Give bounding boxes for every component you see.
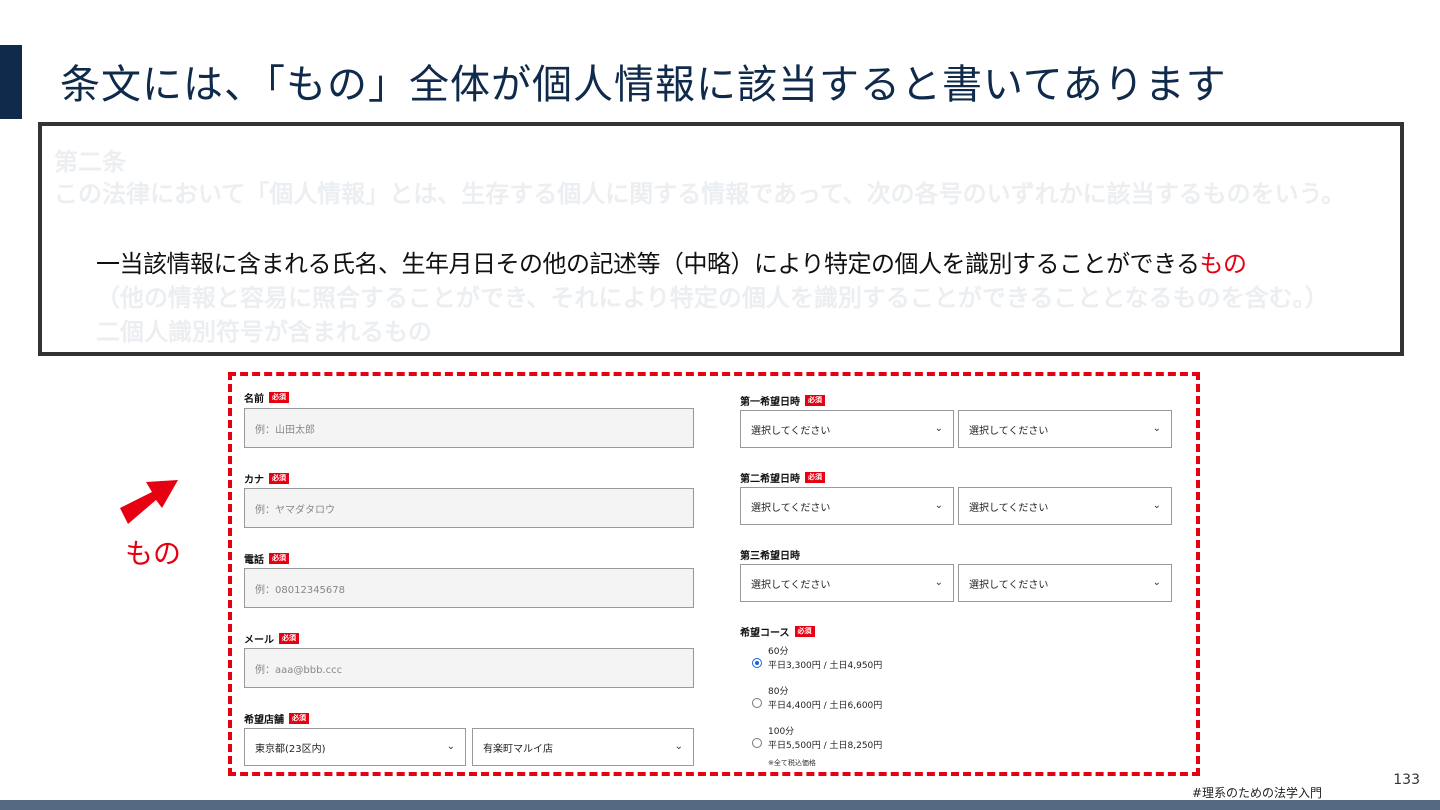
required-badge: 必須 xyxy=(279,633,299,644)
required-badge: 必須 xyxy=(269,392,289,403)
required-badge: 必須 xyxy=(269,473,289,484)
name-label-text: 名前 xyxy=(244,394,264,405)
kana-input[interactable]: 例：ヤマダタロウ xyxy=(244,488,694,528)
law-item-1-highlight: もの xyxy=(1199,250,1248,278)
course-60-price: 平日3,300円 / 土日4,950円 xyxy=(768,661,883,671)
date3-label: 第三希望日時 xyxy=(740,547,800,562)
date2-date-value: 選択してください xyxy=(751,502,831,514)
law-item-2: 二個人識別符号が含まれるもの xyxy=(96,318,432,346)
course-60-duration: 60分 xyxy=(768,647,789,657)
date1-time-value: 選択してください xyxy=(969,425,1049,437)
phone-label: 電話 必須 xyxy=(244,551,289,566)
law-item-1: 一当該情報に含まれる氏名、生年月日その他の記述等（中略）により特定の個人を識別す… xyxy=(96,244,1247,279)
date2-time-select[interactable]: 選択してください ⌄ xyxy=(958,487,1172,525)
chevron-down-icon: ⌄ xyxy=(934,577,943,588)
phone-input[interactable]: 例：08012345678 xyxy=(244,568,694,608)
course-80-radio[interactable] xyxy=(752,698,762,708)
chevron-down-icon: ⌄ xyxy=(446,741,455,752)
course-80-price: 平日4,400円 / 土日6,600円 xyxy=(768,701,883,711)
law-text-box: 第二条 この法律において「個人情報」とは、生存する個人に関する情報であって、次の… xyxy=(38,122,1404,356)
kana-label: カナ 必須 xyxy=(244,471,289,486)
email-label: メール 必須 xyxy=(244,631,299,646)
course-label: 希望コース 必須 xyxy=(740,624,815,639)
email-input[interactable]: 例：aaa@bbb.ccc xyxy=(244,648,694,688)
law-item-1-text: 一当該情報に含まれる氏名、生年月日その他の記述等（中略）により特定の個人を識別す… xyxy=(96,250,1200,278)
date3-time-value: 選択してください xyxy=(969,579,1049,591)
date3-date-value: 選択してください xyxy=(751,579,831,591)
course-60-radio[interactable] xyxy=(752,658,762,668)
prefecture-value: 東京都(23区内) xyxy=(255,743,326,755)
store-label-text: 希望店舗 xyxy=(244,715,284,726)
chevron-down-icon: ⌄ xyxy=(1152,577,1161,588)
shop-value: 有楽町マルイ店 xyxy=(483,743,553,755)
required-badge: 必須 xyxy=(289,713,309,724)
required-badge: 必須 xyxy=(794,626,815,637)
page-number: 133 xyxy=(1393,772,1420,788)
reservation-form-frame: 名前 必須 例：山田太郎 カナ 必須 例：ヤマダタロウ 電話 必須 例：0801234… xyxy=(228,372,1200,776)
store-label: 希望店舗 必須 xyxy=(244,711,309,726)
date2-label: 第二希望日時 必須 xyxy=(740,470,825,485)
date1-date-value: 選択してください xyxy=(751,425,831,437)
course-100-duration: 100分 xyxy=(768,727,795,737)
title-accent-bar xyxy=(0,45,22,119)
course-label-text: 希望コース xyxy=(740,628,790,639)
date2-date-select[interactable]: 選択してください ⌄ xyxy=(740,487,954,525)
required-badge: 必須 xyxy=(805,472,825,483)
required-badge: 必須 xyxy=(805,395,825,406)
required-badge: 必須 xyxy=(269,553,289,564)
shop-select[interactable]: 有楽町マルイ店 ⌄ xyxy=(472,728,694,766)
date1-label: 第一希望日時 必須 xyxy=(740,393,825,408)
law-definition: この法律において「個人情報」とは、生存する個人に関する情報であって、次の各号のい… xyxy=(54,180,1346,208)
course-100-price: 平日5,500円 / 土日8,250円 xyxy=(768,741,883,751)
tax-note: ※全て税込価格 xyxy=(768,759,816,767)
course-100-radio[interactable] xyxy=(752,738,762,748)
article-number: 第二条 xyxy=(54,148,126,176)
arrow-icon xyxy=(120,480,178,524)
mono-label: もの xyxy=(125,537,182,570)
date1-label-text: 第一希望日時 xyxy=(740,397,800,408)
date1-time-select[interactable]: 選択してください ⌄ xyxy=(958,410,1172,448)
chevron-down-icon: ⌄ xyxy=(1152,500,1161,511)
date3-date-select[interactable]: 選択してください ⌄ xyxy=(740,564,954,602)
date3-label-text: 第三希望日時 xyxy=(740,551,800,562)
date2-label-text: 第二希望日時 xyxy=(740,474,800,485)
prefecture-select[interactable]: 東京都(23区内) ⌄ xyxy=(244,728,466,766)
date3-time-select[interactable]: 選択してください ⌄ xyxy=(958,564,1172,602)
hashtag: #理系のための法学入門 xyxy=(1192,786,1323,800)
date1-date-select[interactable]: 選択してください ⌄ xyxy=(740,410,954,448)
chevron-down-icon: ⌄ xyxy=(1152,423,1161,434)
law-item-1-sub: （他の情報と容易に照合することができ、それにより特定の個人を識別することができる… xyxy=(96,284,1329,312)
name-label: 名前 必須 xyxy=(244,390,289,405)
slide-title: 条文には、「もの」全体が個人情報に該当すると書いてあります xyxy=(60,62,1227,108)
phone-label-text: 電話 xyxy=(244,555,264,566)
course-80-duration: 80分 xyxy=(768,687,789,697)
chevron-down-icon: ⌄ xyxy=(674,741,683,752)
chevron-down-icon: ⌄ xyxy=(934,500,943,511)
date2-time-value: 選択してください xyxy=(969,502,1049,514)
footer-bar xyxy=(0,800,1440,810)
email-label-text: メール xyxy=(244,635,274,646)
name-input[interactable]: 例：山田太郎 xyxy=(244,408,694,448)
kana-label-text: カナ xyxy=(244,475,264,486)
chevron-down-icon: ⌄ xyxy=(934,423,943,434)
